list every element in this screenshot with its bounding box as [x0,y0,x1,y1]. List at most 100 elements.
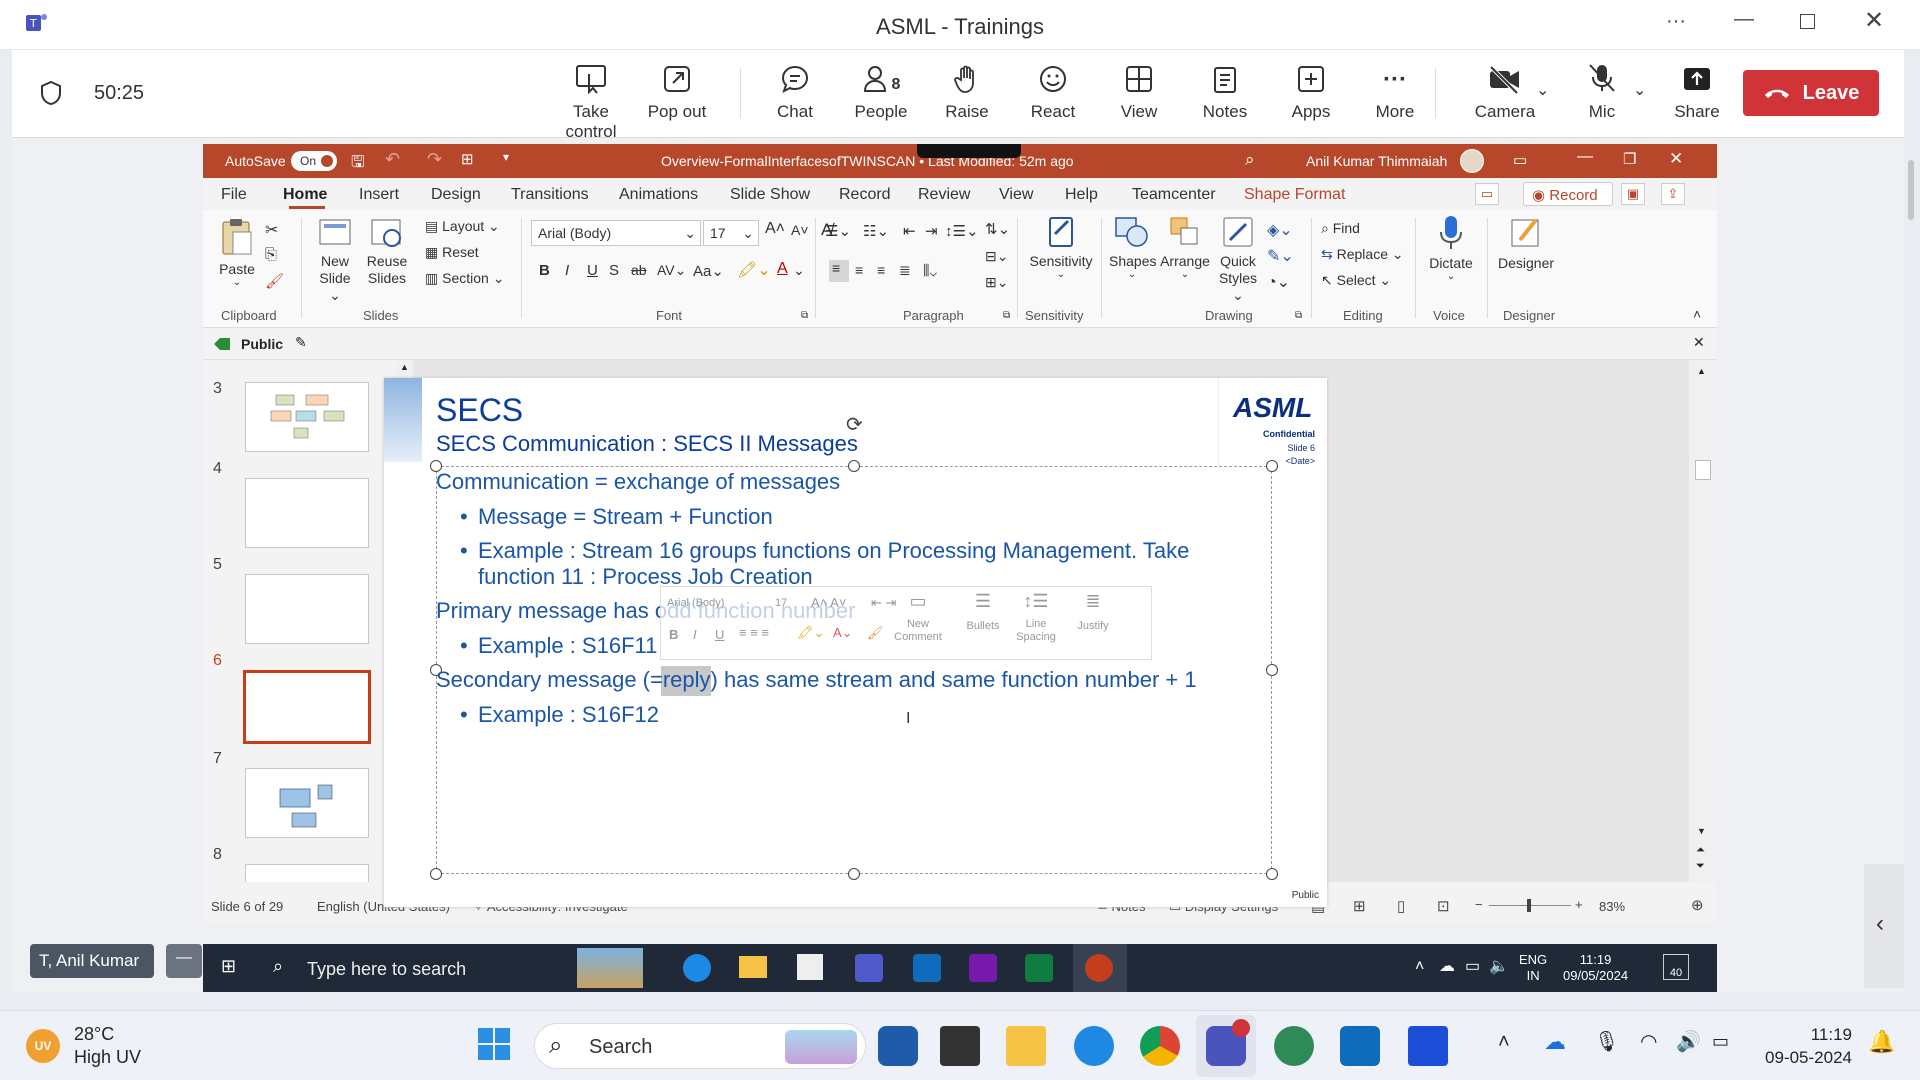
font-size-box[interactable]: 17 ⌄ [703,220,759,246]
vm-start-button[interactable]: ⊞ [203,944,255,992]
more-options-icon[interactable]: ··· [1666,10,1686,33]
weather-widget[interactable]: 28°C High UV [74,1023,141,1069]
volume-icon[interactable]: 🔊 [1676,1029,1701,1054]
comments-icon[interactable]: ▭ [1475,183,1499,205]
slide-title[interactable]: SECS [436,392,523,429]
editor-scroll-up-icon[interactable]: ▲ [1697,366,1706,376]
previous-slide-icon[interactable]: ⏶ [1696,844,1705,857]
fit-slide-icon[interactable]: ⊕ [1691,896,1704,914]
sensitivity-button[interactable]: Sensitivity ⌄ [1025,214,1097,280]
vm-notification-icon[interactable]: 40 [1663,954,1689,980]
mini-toolbar[interactable]: Arial (Body) 17 A˄ A˅ ⇤ ⇥ B I U ≡ ≡ ≡ 🖍⌄… [660,586,1152,660]
vm-volume-icon[interactable]: 🔈 [1489,956,1509,976]
vm-teams-icon[interactable] [855,954,883,982]
chat-button[interactable]: Chat [752,50,838,138]
align-center-icon[interactable]: ≡ [855,262,863,278]
next-slide-icon[interactable]: ⏷ [1696,860,1705,873]
more-button[interactable]: ··· More [1352,50,1438,138]
section-button[interactable]: ▥ Section ⌄ [425,270,504,287]
zoom-slider-thumb[interactable] [1527,899,1531,912]
tab-record[interactable]: Record [839,186,891,204]
resize-handle-bc[interactable] [848,868,860,880]
customize-toolbar-icon[interactable]: ▾ [503,150,509,164]
decrease-indent-icon[interactable]: ⇤ [903,222,916,240]
tab-design[interactable]: Design [431,186,481,204]
slide-subtitle[interactable]: SECS Communication : SECS II Messages [436,431,858,457]
italic-icon[interactable]: I [565,262,569,279]
paste-button[interactable]: Paste ⌄ [215,218,259,288]
teams-taskbar-button[interactable] [1196,1015,1256,1077]
vm-search-box[interactable]: Type here to search [307,959,466,980]
align-left-icon[interactable]: ≡ [829,260,849,282]
mini-font-color-icon[interactable]: A⌄ [833,625,853,641]
body-line[interactable]: Communication = exchange of messages [436,469,840,495]
mini-new-comment-button[interactable]: ▭ New Comment [893,591,943,644]
edge-icon[interactable] [683,954,711,982]
body-line[interactable]: Message = Stream + Function [478,504,773,530]
format-painter-icon[interactable]: 🖌 [265,272,284,290]
strikethrough-icon[interactable]: ab [631,262,647,278]
char-spacing-icon[interactable]: AV⌄ [657,262,686,279]
user-avatar[interactable] [1460,149,1484,173]
share-button[interactable]: Share [1654,50,1740,138]
redo-icon[interactable]: ↷ [427,149,442,170]
font-color-icon[interactable]: A [777,260,788,278]
tab-insert[interactable]: Insert [359,186,399,204]
resize-handle-tr[interactable] [1266,460,1278,472]
shape-fill-icon[interactable]: ◈⌄ [1267,220,1293,240]
drawing-dialog-launcher-icon[interactable]: ⧉ [1295,310,1302,321]
editor-scroll-down-icon[interactable]: ▼ [1697,826,1706,836]
mini-line-spacing-button[interactable]: ↕☰ Line Spacing [1011,591,1061,644]
mini-italic-icon[interactable]: I [693,627,697,642]
edge-taskbar-icon[interactable] [1074,1026,1114,1066]
minimize-icon[interactable]: — [1734,8,1754,31]
presenter-options[interactable]: — [166,944,202,978]
globe-app-icon[interactable] [1274,1026,1314,1066]
tab-slide-show[interactable]: Slide Show [730,186,810,204]
body-line[interactable]: Example : Stream 16 groups functions on … [478,538,1189,564]
zoom-in-icon[interactable]: + [1575,897,1583,912]
reading-view-icon[interactable]: ▯ [1397,897,1405,915]
slide-thumbnail-3[interactable] [245,382,369,452]
layout-button[interactable]: ▤ Layout ⌄ [425,218,500,235]
undo-icon[interactable]: ↶ [385,149,400,170]
slide-thumbnail-8[interactable] [245,864,369,882]
side-panel-toggle[interactable]: ‹ [1864,864,1904,988]
mini-format-painter-icon[interactable]: 🖌 [867,625,884,641]
resize-handle-bl[interactable] [430,868,442,880]
camera-chevron-down-icon[interactable]: ⌄ [1536,80,1549,100]
people-button[interactable]: 8 People [838,50,924,138]
tab-transitions[interactable]: Transitions [511,186,589,204]
slide-sorter-icon[interactable]: ⊞ [1353,897,1366,915]
present-icon[interactable]: ⊞ [461,150,474,168]
shapes-button[interactable]: Shapes ⌄ [1109,214,1156,280]
record-button[interactable]: ◉ Record [1523,182,1613,206]
slideshow-view-icon[interactable]: ⊡ [1437,897,1450,915]
slide-thumbnail-5[interactable] [245,574,369,644]
taskbar-search-box[interactable]: ⌕ Search [534,1023,866,1069]
find-button[interactable]: ⌕ Find [1321,220,1360,237]
vm-outlook-icon[interactable] [913,954,941,982]
excel-icon[interactable] [1025,954,1053,982]
columns-icon[interactable]: ⫼⌄ [923,262,937,279]
numbering-icon[interactable]: ☷⌄ [863,222,889,240]
powerpoint-taskbar-button[interactable] [1073,944,1127,992]
editor-scrollbar[interactable]: ▲ ▼ ⏶ ⏷ [1689,360,1717,882]
apps-button[interactable]: Apps [1268,50,1354,138]
tab-shape-format[interactable]: Shape Format [1244,186,1345,204]
raise-hand-button[interactable]: Raise [924,50,1010,138]
decrease-font-icon[interactable]: A˅ [791,222,809,238]
mini-justify-button[interactable]: ≣ Justify [1071,591,1115,632]
mini-font-size[interactable]: 17 [775,597,787,609]
mini-align-icon[interactable]: ≡ ≡ ≡ [739,625,769,640]
slide-thumbnail-4[interactable] [245,478,369,548]
resize-handle-br[interactable] [1266,868,1278,880]
tab-view[interactable]: View [999,186,1033,204]
maximize-icon[interactable] [1800,14,1815,29]
resize-handle-mr[interactable] [1266,664,1278,676]
cut-icon[interactable]: ✂ [265,220,278,240]
notes-button[interactable]: Notes [1182,50,1268,138]
search-icon[interactable]: ⌕ [1245,150,1255,170]
tab-file[interactable]: File [221,186,247,204]
align-text-icon[interactable]: ⊟⌄ [985,248,1008,265]
